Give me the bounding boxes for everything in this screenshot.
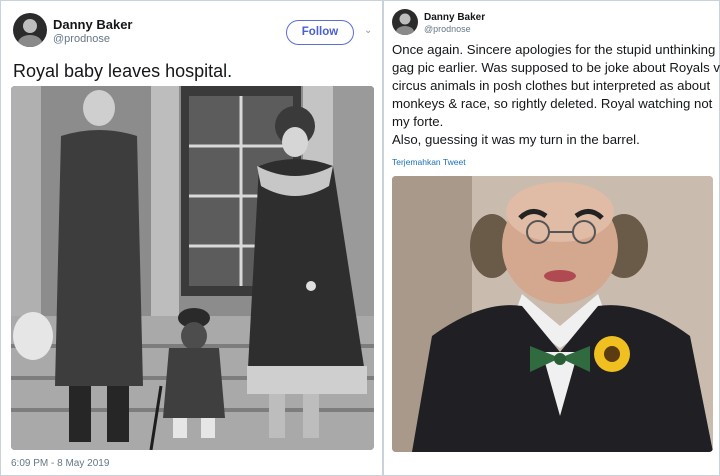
tweet-text-line: circus animals in posh clothes but inter… [392, 78, 711, 93]
tweet-text-line: gag pic earlier. Was supposed to be joke… [392, 60, 720, 75]
tweet-text-line: my forte. [392, 114, 444, 129]
tweet-text-line: monkeys & race, so rightly deleted. Roya… [392, 96, 713, 111]
author-name[interactable]: Danny Baker [53, 17, 132, 32]
tweet-card-right: Danny Baker @prodnose Once again. Sincer… [383, 0, 720, 476]
avatar-image [13, 13, 47, 47]
tweet-text-line: Once again. Sincere apologies for the st… [392, 42, 716, 57]
translate-tweet-link[interactable]: Terjemahkan Tweet [392, 157, 466, 167]
profile-avatar[interactable] [13, 13, 47, 47]
avatar-image [392, 9, 418, 35]
follow-button[interactable]: Follow [286, 20, 354, 45]
author-handle[interactable]: @prodnose [53, 33, 110, 45]
tweet-photo[interactable] [392, 176, 713, 452]
tweet-timestamp[interactable]: 6:09 PM - 8 May 2019 [11, 458, 109, 469]
historic-photo-image [11, 86, 374, 450]
tweet-text: Royal baby leaves hospital. [13, 61, 233, 81]
profile-avatar[interactable] [392, 9, 418, 35]
tweet-photo[interactable] [11, 86, 374, 450]
author-handle[interactable]: @prodnose [424, 24, 471, 34]
tweet-card-left: Danny Baker @prodnose Follow ⌄ Royal bab… [0, 0, 383, 476]
tweet-text: Once again. Sincere apologies for the st… [392, 41, 720, 149]
chevron-down-icon[interactable]: ⌄ [364, 25, 376, 37]
portrait-photo-image [392, 176, 713, 452]
author-name[interactable]: Danny Baker [424, 12, 485, 23]
tweet-text-line: Also, guessing it was my turn in the bar… [392, 132, 640, 147]
